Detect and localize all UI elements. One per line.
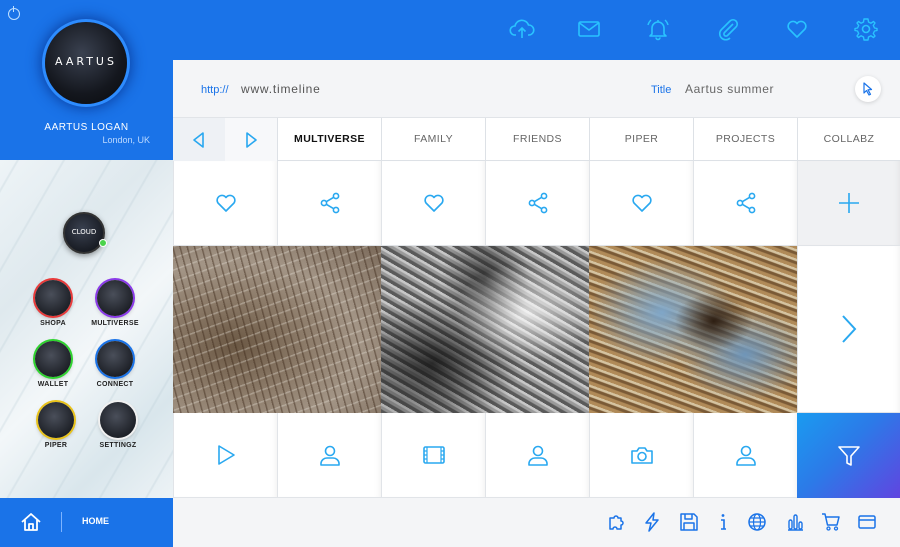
- tab-multiverse[interactable]: MULTIVERSE: [277, 118, 381, 161]
- chevron-right-icon: [246, 132, 257, 148]
- cart-icon[interactable]: [821, 512, 841, 532]
- heart-icon: [215, 194, 236, 212]
- next-photos-button[interactable]: [797, 246, 900, 413]
- profile-logo[interactable]: AARTUS: [45, 22, 127, 104]
- app-window: AARTUS AARTUS LOGAN London, UK CLOUD SHO…: [0, 0, 900, 547]
- url-protocol: http://: [201, 84, 229, 96]
- shopa-icon: [35, 280, 71, 316]
- power-icon[interactable]: [8, 6, 20, 20]
- globe-icon[interactable]: [747, 512, 767, 532]
- prev-tab-button[interactable]: [173, 118, 225, 161]
- tab-bar: MULTIVERSE FAMILY FRIENDS PIPER PROJECTS…: [173, 118, 900, 161]
- profile-location: London, UK: [102, 135, 150, 145]
- card-icon[interactable]: [857, 512, 877, 532]
- title-input[interactable]: Aartus summer: [685, 82, 774, 96]
- tab-family[interactable]: FAMILY: [381, 118, 485, 161]
- share-button[interactable]: [693, 161, 797, 246]
- logo-text: AARTUS: [55, 55, 117, 68]
- paperclip-icon[interactable]: [715, 16, 741, 42]
- heart-icon: [631, 194, 652, 212]
- connect-icon: [97, 341, 133, 377]
- piper-icon: [38, 402, 74, 438]
- chevron-left-icon: [193, 132, 204, 148]
- cursor-button[interactable]: [855, 76, 881, 102]
- cloud-label: CLOUD: [71, 228, 97, 236]
- share-button[interactable]: [485, 161, 589, 246]
- home-icon: [21, 513, 41, 531]
- info-icon[interactable]: [713, 512, 733, 532]
- like-button[interactable]: [589, 161, 693, 246]
- play-icon: [217, 445, 235, 465]
- cloud-app[interactable]: CLOUD: [63, 212, 105, 254]
- film-button[interactable]: [381, 413, 485, 498]
- home-divider: [61, 512, 62, 532]
- film-icon: [422, 446, 445, 464]
- share-button[interactable]: [277, 161, 381, 246]
- play-button[interactable]: [173, 413, 277, 498]
- puzzle-icon[interactable]: [607, 512, 627, 532]
- user-icon: [735, 445, 756, 466]
- camera-button[interactable]: [589, 413, 693, 498]
- photo-blue-rock-texture[interactable]: [589, 246, 797, 413]
- home-button[interactable]: HOME: [0, 498, 173, 547]
- user-button[interactable]: [485, 413, 589, 498]
- photo-glacier-rocks[interactable]: [381, 246, 589, 413]
- camera-icon: [630, 447, 653, 464]
- next-tab-button[interactable]: [225, 118, 277, 161]
- share-icon: [528, 192, 547, 214]
- photo-desert-riverbeds[interactable]: [173, 246, 381, 413]
- user-button[interactable]: [277, 413, 381, 498]
- cloud-upload-icon[interactable]: [509, 16, 535, 42]
- app-label: MULTIVERSE: [91, 320, 139, 327]
- filter-button[interactable]: [797, 413, 900, 498]
- chevron-right-icon: [842, 315, 857, 343]
- mail-icon[interactable]: [576, 16, 602, 42]
- save-icon[interactable]: [679, 512, 699, 532]
- app-label: CONNECT: [96, 381, 134, 388]
- share-icon: [736, 192, 755, 214]
- filter-icon: [838, 446, 860, 466]
- bell-icon[interactable]: [645, 16, 671, 42]
- chart-icon[interactable]: [785, 512, 805, 532]
- profile-panel: AARTUS AARTUS LOGAN London, UK: [0, 0, 173, 160]
- heart-icon[interactable]: [784, 16, 810, 42]
- app-wallet[interactable]: WALLET: [33, 341, 73, 388]
- like-button[interactable]: [173, 161, 277, 246]
- multiverse-icon: [97, 280, 133, 316]
- user-button[interactable]: [693, 413, 797, 498]
- app-connect[interactable]: CONNECT: [95, 341, 135, 388]
- app-shopa[interactable]: SHOPA: [33, 280, 73, 327]
- settingz-icon: [100, 402, 136, 438]
- share-icon: [320, 192, 339, 214]
- home-label: HOME: [82, 516, 109, 526]
- like-button[interactable]: [381, 161, 485, 246]
- user-icon: [319, 445, 340, 466]
- online-status-dot: [99, 239, 107, 247]
- user-icon: [527, 445, 548, 466]
- heart-icon: [423, 194, 444, 212]
- bottom-toolbar: [173, 498, 900, 547]
- app-label: SETTINGZ: [99, 442, 137, 449]
- tab-collabz[interactable]: COLLABZ: [797, 118, 900, 161]
- top-toolbar: [173, 0, 900, 60]
- app-settingz[interactable]: SETTINGZ: [98, 402, 138, 449]
- tab-projects[interactable]: PROJECTS: [693, 118, 797, 161]
- app-multiverse[interactable]: MULTIVERSE: [91, 280, 138, 327]
- address-bar: http:// www.timeline Title Aartus summer: [173, 60, 900, 118]
- app-piper[interactable]: PIPER: [36, 402, 76, 449]
- add-button[interactable]: [797, 161, 900, 246]
- bolt-icon[interactable]: [642, 512, 662, 532]
- profile-name: AARTUS LOGAN: [44, 122, 129, 133]
- title-label: Title: [651, 84, 672, 96]
- gear-icon[interactable]: [853, 16, 879, 42]
- tab-friends[interactable]: FRIENDS: [485, 118, 589, 161]
- plus-icon: [839, 193, 859, 213]
- url-input[interactable]: www.timeline: [241, 82, 321, 96]
- wallet-icon: [35, 341, 71, 377]
- cursor-icon: [863, 82, 873, 96]
- tab-piper[interactable]: PIPER: [589, 118, 693, 161]
